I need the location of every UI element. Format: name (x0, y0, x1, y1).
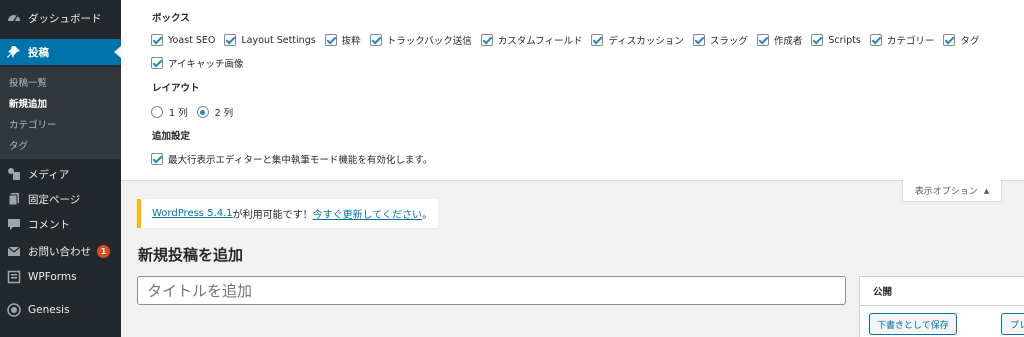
boxes-row-2: アイキャッチ画像 (151, 56, 253, 70)
sidebar-item-wpforms[interactable]: WPForms (0, 264, 121, 290)
sidebar-item-label: Genesis (28, 304, 70, 316)
screen-options-toggle-button[interactable]: 表示オプション ▲ (902, 180, 1002, 202)
radio[interactable] (151, 106, 163, 118)
checkbox[interactable] (943, 34, 956, 46)
submenu-tags[interactable]: タグ (9, 138, 28, 152)
posts-submenu: 投稿一覧 新規追加 カテゴリー タグ (0, 67, 121, 159)
checkbox-yoast-seo[interactable]: Yoast SEO (151, 34, 215, 46)
boxes-heading: ボックス (152, 13, 190, 24)
checkbox[interactable] (224, 34, 237, 46)
screen-options-panel: ボックス Yoast SEO Layout Settings 抜粋 トラックバッ… (121, 0, 1024, 181)
checkbox-label: カスタムフィールド (497, 36, 583, 47)
radio-label: 1 列 (169, 108, 188, 119)
checkbox-label: ディスカッション (608, 36, 684, 47)
post-title-input[interactable]: タイトルを追加 (137, 276, 846, 305)
checkbox-categories[interactable]: カテゴリー (869, 33, 935, 47)
update-now-link[interactable]: 今すぐ更新してください (313, 206, 422, 221)
checkbox-scripts[interactable]: Scripts (811, 34, 861, 46)
submenu-all-posts[interactable]: 投稿一覧 (9, 75, 47, 89)
checkbox[interactable] (369, 34, 382, 46)
radio-2-columns[interactable]: 2 列 (196, 105, 234, 119)
radio-1-column[interactable]: 1 列 (151, 105, 188, 119)
radio-label: 2 列 (214, 108, 234, 119)
layout-row: 1 列 2 列 (151, 105, 242, 119)
checkbox-label: スラッグ (709, 36, 748, 47)
publish-box: 公開 下書きとして保存 プレビュー (859, 276, 1024, 337)
checkbox-featured-image[interactable]: アイキャッチ画像 (151, 56, 244, 70)
page-icon (7, 192, 21, 206)
checkbox-label: Scripts (828, 34, 861, 46)
checkbox[interactable] (756, 34, 769, 46)
checkbox[interactable] (869, 34, 882, 46)
radio[interactable] (196, 106, 209, 118)
checkbox-trackbacks[interactable]: トラックバック送信 (369, 33, 472, 47)
notification-badge: 1 (97, 244, 110, 258)
checkbox-excerpt[interactable]: 抜粋 (324, 33, 361, 47)
wpforms-icon (7, 270, 21, 284)
checkbox-label: Layout Settings (241, 34, 316, 46)
checkbox-label: アイキャッチ画像 (168, 59, 244, 70)
checkbox-slug[interactable]: スラッグ (692, 33, 748, 47)
checkbox-author[interactable]: 作成者 (756, 33, 803, 47)
mail-icon (7, 244, 21, 258)
admin-sidebar: ダッシュボード 投稿 投稿一覧 新規追加 カテゴリー タグ メディア 固定ページ… (0, 0, 121, 337)
sidebar-item-pages[interactable]: 固定ページ (0, 186, 121, 212)
wordpress-version-link[interactable]: WordPress 5.4.1 (152, 208, 233, 219)
checkbox-label: カテゴリー (886, 36, 935, 47)
notice-text: が利用可能です！ (232, 210, 313, 221)
checkbox-layout-settings[interactable]: Layout Settings (224, 34, 316, 46)
media-icon (7, 167, 21, 181)
sidebar-item-dashboard[interactable]: ダッシュボード (0, 5, 121, 31)
checkbox-tags[interactable]: タグ (943, 33, 979, 47)
submenu-add-new[interactable]: 新規追加 (9, 96, 47, 110)
checkbox-custom-fields[interactable]: カスタムフィールド (480, 33, 583, 47)
caret-up-icon: ▲ (983, 186, 990, 195)
dashboard-icon (7, 11, 21, 25)
notice-end: 。 (422, 210, 433, 221)
checkbox-editor-expand[interactable]: 最大行表示エディターと集中執筆モード機能を有効化します。 (151, 152, 432, 166)
checkbox[interactable] (324, 34, 337, 46)
sidebar-item-label: ダッシュボード (28, 12, 102, 25)
sidebar-item-label: コメント (28, 218, 70, 231)
checkbox[interactable] (591, 34, 604, 46)
sidebar-item-genesis[interactable]: Genesis (0, 297, 121, 323)
checkbox-discussion[interactable]: ディスカッション (591, 33, 684, 47)
sidebar-item-media[interactable]: メディア (0, 161, 121, 187)
genesis-icon (7, 303, 21, 317)
checkbox-label: 作成者 (773, 36, 803, 47)
checkbox[interactable] (692, 34, 705, 46)
preview-button[interactable]: プレビュー (1001, 313, 1024, 335)
checkbox[interactable] (811, 34, 824, 46)
sidebar-item-posts[interactable]: 投稿 (0, 39, 121, 65)
sidebar-item-label: お問い合わせ (28, 245, 91, 258)
additional-row: 最大行表示エディターと集中執筆モード機能を有効化します。 (151, 152, 441, 166)
comment-icon (7, 217, 21, 231)
pin-icon (7, 45, 21, 59)
checkbox-label: トラックバック送信 (386, 36, 472, 47)
checkbox[interactable] (151, 57, 163, 69)
additional-settings-heading: 追加設定 (152, 131, 191, 142)
title-placeholder: タイトルを追加 (147, 282, 253, 300)
publish-heading: 公開 (860, 277, 1024, 306)
sidebar-item-label: 固定ページ (28, 193, 81, 206)
page-title: 新規投稿を追加 (138, 246, 244, 264)
layout-heading: レイアウト (152, 83, 200, 94)
update-notice: WordPress 5.4.1 が利用可能です！ 今すぐ更新してください 。 (137, 199, 438, 228)
sidebar-item-label: 投稿 (28, 46, 49, 59)
submenu-categories[interactable]: カテゴリー (9, 117, 57, 131)
sidebar-item-label: メディア (28, 168, 70, 181)
sidebar-item-contact[interactable]: お問い合わせ 1 (0, 238, 121, 264)
checkbox-label: 最大行表示エディターと集中執筆モード機能を有効化します。 (168, 155, 433, 166)
sidebar-item-comments[interactable]: コメント (0, 211, 121, 237)
toggle-label: 表示オプション (914, 187, 978, 197)
checkbox-label: 抜粋 (341, 36, 361, 47)
checkbox[interactable] (480, 34, 493, 46)
checkbox-label: Yoast SEO (168, 34, 216, 46)
save-draft-button[interactable]: 下書きとして保存 (869, 313, 957, 335)
boxes-row-1: Yoast SEO Layout Settings 抜粋 トラックバック送信 カ… (151, 33, 988, 47)
sidebar-item-label: WPForms (28, 271, 77, 283)
checkbox-label: タグ (960, 36, 980, 47)
checkbox[interactable] (151, 34, 163, 46)
checkbox[interactable] (151, 153, 163, 165)
